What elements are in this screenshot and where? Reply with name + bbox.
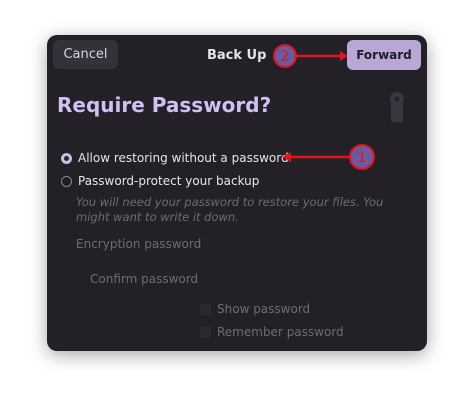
checkbox[interactable] [200,303,211,315]
radio-button-checked[interactable] [61,152,72,164]
checkbox[interactable] [200,326,211,338]
confirm-password-label: Confirm password [90,272,199,286]
remember-password-checkbox[interactable]: Remember password [200,325,344,339]
lock-icon [390,92,404,122]
page-title: Require Password? [57,93,272,117]
checkbox-label: Show password [217,302,311,316]
cancel-button[interactable]: Cancel [53,40,118,69]
show-password-checkbox[interactable]: Show password [200,302,310,316]
checkbox-label: Remember password [217,325,344,339]
radio-button[interactable] [61,175,72,187]
backup-dialog: Cancel Back Up Forward Require Password?… [47,35,427,351]
radio-password-protect[interactable]: Password-protect your backup [61,174,259,188]
encryption-password-label: Encryption password [76,237,202,251]
radio-no-password[interactable]: Allow restoring without a password [61,151,289,165]
forward-button[interactable]: Forward [347,40,421,70]
option-label: Password-protect your backup [78,174,260,188]
option-label: Allow restoring without a password [78,151,289,165]
window-title: Back Up [207,48,267,63]
password-hint: You will need your password to restore y… [76,195,384,224]
